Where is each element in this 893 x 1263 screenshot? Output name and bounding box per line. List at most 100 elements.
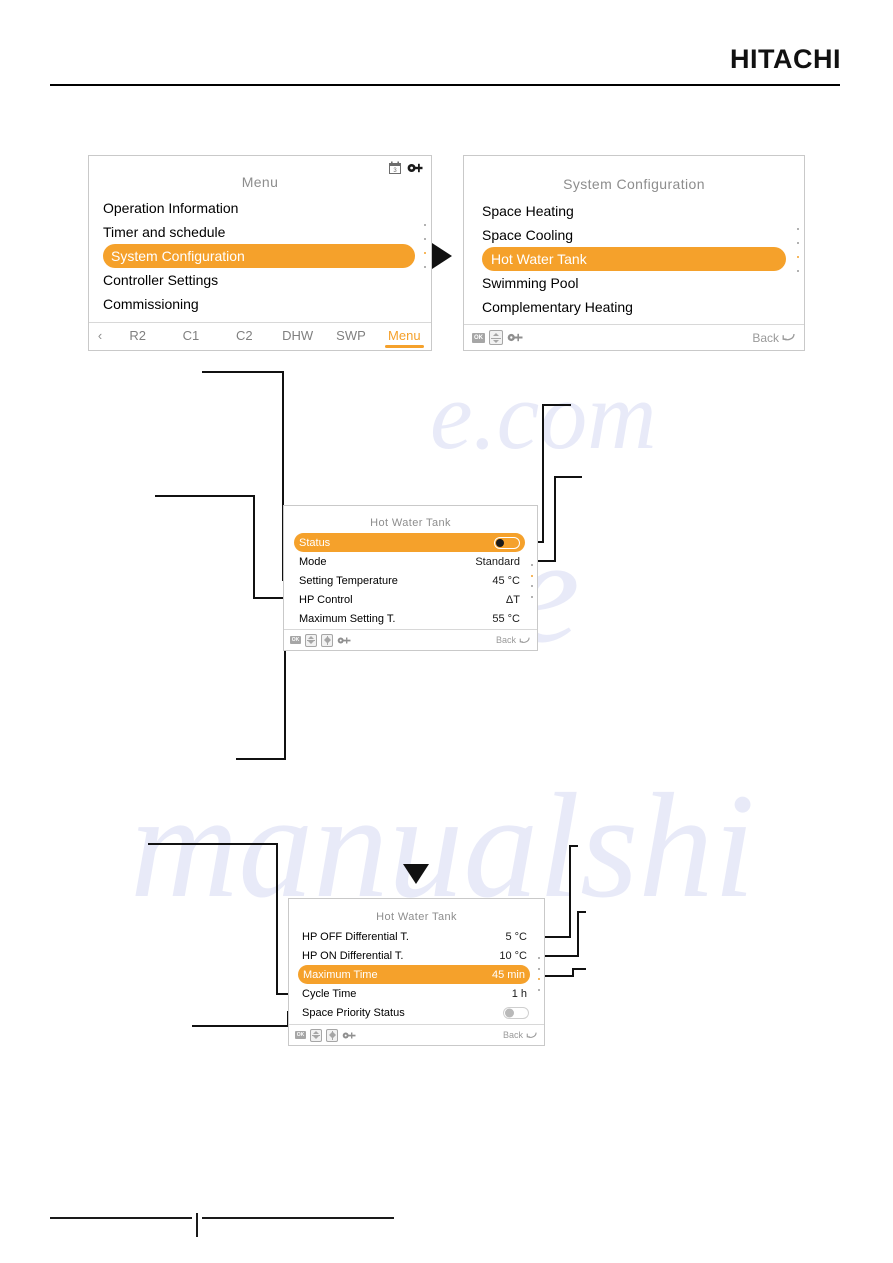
callout-line	[148, 843, 278, 845]
row-label: Setting Temperature	[299, 574, 398, 587]
row-value: ΔT	[505, 593, 520, 606]
sidebar-item-controller-settings[interactable]: Controller Settings	[89, 268, 431, 292]
row-value: Standard	[475, 555, 520, 568]
row-value: 45 min	[491, 968, 525, 981]
tab-r2[interactable]: R2	[111, 325, 164, 348]
back-button[interactable]: Back	[503, 1030, 538, 1040]
leftright-icon[interactable]	[321, 633, 333, 647]
hwt1-scroll-indicator[interactable]	[531, 564, 533, 598]
hitachi-logo: HITACHI	[730, 44, 841, 74]
row-value: 10 °C	[499, 949, 527, 962]
panel-sysconfig-title: System Configuration	[563, 176, 705, 192]
wrench-icon[interactable]	[337, 636, 351, 645]
menu-header-icons: 3	[389, 161, 423, 174]
tab-label: R2	[129, 328, 146, 343]
tab-prev-arrow[interactable]: ‹	[89, 328, 111, 346]
callout-line	[554, 476, 556, 561]
scroll-dot-active	[797, 256, 799, 258]
scroll-dot-active	[424, 252, 426, 254]
ok-icon[interactable]: OK	[290, 636, 301, 644]
back-arrow-icon	[519, 637, 530, 643]
sidebar-item-operation-information[interactable]: Operation Information	[89, 196, 431, 220]
row-value: 45 °C	[492, 574, 520, 587]
updown-icon[interactable]	[305, 633, 317, 647]
row-label: HP OFF Differential T.	[302, 930, 409, 943]
updown-icon[interactable]	[310, 1028, 322, 1042]
scroll-dot	[424, 238, 426, 240]
tab-menu[interactable]: Menu	[378, 325, 431, 348]
leftright-icon[interactable]	[326, 1028, 338, 1042]
wrench-icon[interactable]	[507, 332, 523, 343]
wrench-icon[interactable]	[342, 1031, 356, 1040]
row-space-priority-status[interactable]: Space Priority Status	[289, 1003, 544, 1022]
row-hp-on-differential-t[interactable]: HP ON Differential T. 10 °C	[289, 946, 544, 965]
row-setting-temperature[interactable]: Setting Temperature 45 °C	[284, 571, 537, 590]
tab-swp[interactable]: SWP	[324, 325, 377, 348]
callout-line	[554, 476, 582, 478]
sidebar-item-system-configuration[interactable]: System Configuration	[103, 244, 415, 268]
row-maximum-setting-t[interactable]: Maximum Setting T. 55 °C	[284, 609, 537, 628]
sidebar-item-timer-and-schedule[interactable]: Timer and schedule	[89, 220, 431, 244]
menu-item-label: System Configuration	[111, 248, 245, 264]
tab-dhw[interactable]: DHW	[271, 325, 324, 348]
row-status[interactable]: Status	[294, 533, 525, 552]
callout-line	[192, 1025, 289, 1027]
sidebar-item-commissioning[interactable]: Commissioning	[89, 292, 431, 316]
menu-item-label: Controller Settings	[103, 272, 219, 288]
sidebar-item-hot-water-tank[interactable]: Hot Water Tank	[482, 247, 786, 271]
back-button[interactable]: Back	[496, 635, 531, 645]
callout-line	[155, 495, 255, 497]
tab-c2[interactable]: C2	[218, 325, 271, 348]
row-hp-off-differential-t[interactable]: HP OFF Differential T. 5 °C	[289, 927, 544, 946]
row-label: Maximum Setting T.	[299, 612, 396, 625]
callout-line	[569, 845, 578, 847]
sysconfig-bottom-bar: OK Back	[464, 324, 804, 350]
menu-item-label: Commissioning	[103, 296, 199, 312]
callout-line	[542, 404, 571, 406]
footer-divider	[196, 1213, 198, 1237]
menu-scroll-indicator[interactable]	[424, 224, 426, 268]
ok-icon[interactable]: OK	[295, 1031, 306, 1039]
tab-c1[interactable]: C1	[164, 325, 217, 348]
row-mode[interactable]: Mode Standard	[284, 552, 537, 571]
menu-item-label: Timer and schedule	[103, 224, 226, 240]
flow-arrow-down	[403, 864, 429, 884]
row-label: Cycle Time	[302, 987, 357, 1000]
back-arrow-icon	[526, 1032, 537, 1038]
row-label: Space Priority Status	[302, 1006, 405, 1019]
sidebar-item-swimming-pool[interactable]: Swimming Pool	[464, 271, 804, 295]
sidebar-item-complementary-heating[interactable]: Complementary Heating	[464, 295, 804, 319]
back-button[interactable]: Back	[752, 331, 796, 345]
hwt1-title: Hot Water Tank	[370, 517, 451, 529]
sysconfig-item-list: Space Heating Space Cooling Hot Water Ta…	[464, 199, 804, 319]
panel-hot-water-tank-2: Hot Water Tank HP OFF Differential T. 5 …	[288, 898, 545, 1046]
panel-menu: 3 Menu Operation Information Timer and s…	[88, 155, 432, 351]
panel-system-configuration: System Configuration Space Heating Space…	[463, 155, 805, 351]
tab-label: C1	[182, 328, 200, 343]
scroll-dot	[531, 585, 533, 588]
sysconfig-scroll-indicator[interactable]	[797, 228, 799, 272]
hwt1-bar-icons: OK	[290, 633, 351, 647]
tab-label: C2	[236, 328, 253, 343]
back-label: Back	[495, 635, 516, 645]
panel-menu-title: Menu	[241, 174, 279, 190]
back-label: Back	[752, 330, 779, 345]
row-maximum-time[interactable]: Maximum Time 45 min	[298, 965, 530, 984]
calendar-icon: 3	[389, 161, 401, 174]
sidebar-item-space-heating[interactable]: Space Heating	[464, 199, 804, 223]
status-toggle[interactable]	[494, 536, 520, 549]
updown-icon[interactable]	[489, 330, 503, 345]
sysconfig-item-label: Swimming Pool	[482, 275, 579, 291]
row-value: 1 h	[511, 987, 527, 1000]
hwt2-scroll-indicator[interactable]	[538, 957, 540, 991]
row-cycle-time[interactable]: Cycle Time 1 h	[289, 984, 544, 1003]
callout-line	[540, 975, 574, 977]
callout-line	[276, 843, 278, 995]
sidebar-item-space-cooling[interactable]: Space Cooling	[464, 223, 804, 247]
space-priority-toggle[interactable]	[503, 1006, 529, 1019]
row-hp-control[interactable]: HP Control ΔT	[284, 590, 537, 609]
ok-icon[interactable]: OK	[472, 332, 485, 343]
scroll-dot	[424, 266, 426, 268]
scroll-dot	[797, 242, 799, 244]
page-root: e.com hive manualshi HITACHI 3	[0, 0, 893, 1263]
